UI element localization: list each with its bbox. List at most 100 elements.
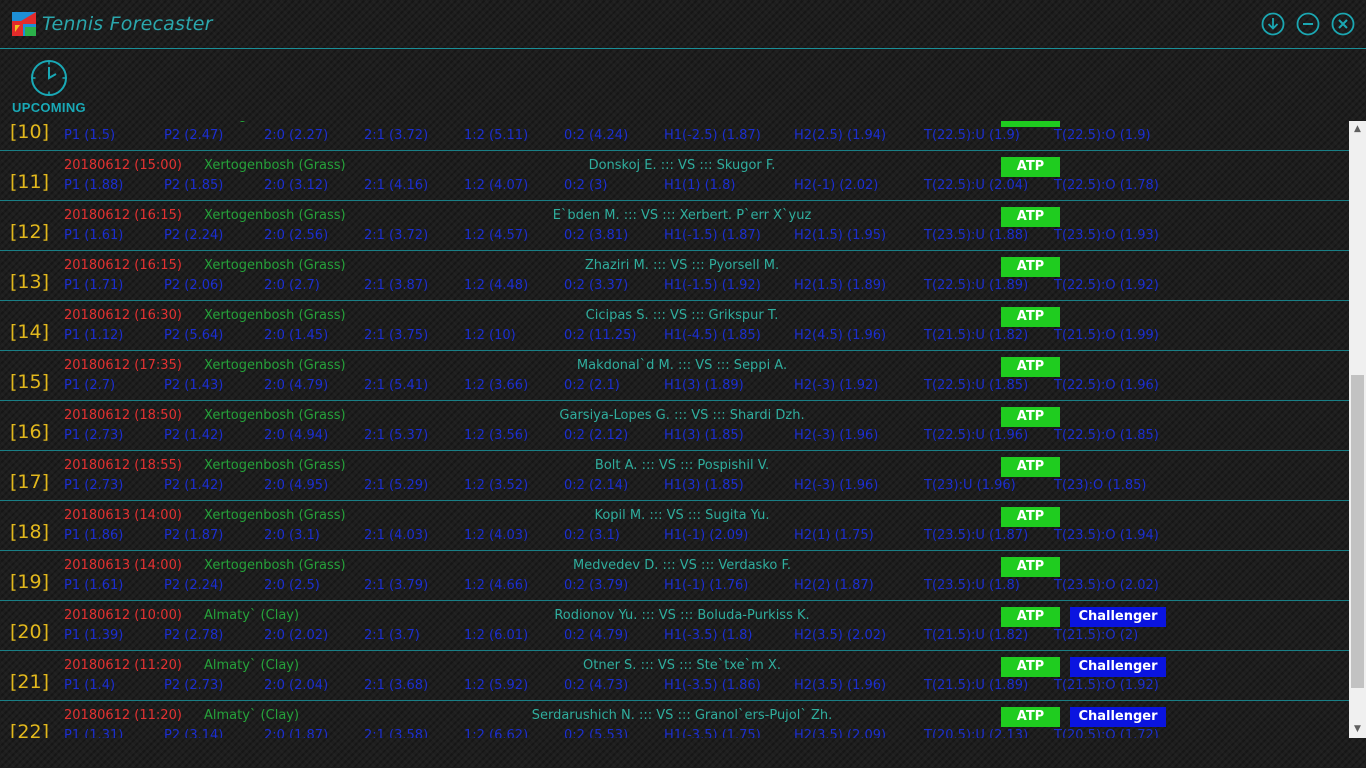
odds-value: H2(1.5) (1.89) <box>794 278 887 293</box>
odds-value: 2:0 (4.79) <box>264 378 329 393</box>
match-row[interactable]: [15] 20180612 (17:35) Xertogenbosh (Grass)… <box>0 351 1349 401</box>
atp-badge[interactable]: ATP <box>1001 157 1060 177</box>
atp-badge[interactable]: ATP <box>1001 507 1060 527</box>
odds-value: T(20.5):U (2.13) <box>924 728 1029 738</box>
odds-value: H2(-3) (1.96) <box>794 428 879 443</box>
odds-value: P1 (1.4) <box>64 678 116 693</box>
atp-badge[interactable]: ATP <box>1001 457 1060 477</box>
odds-value: H1(-1) (2.09) <box>664 528 749 543</box>
odds-value: H2(2.5) (1.94) <box>794 128 887 143</box>
odds-value: 0:2 (2.14) <box>564 478 629 493</box>
close-icon[interactable] <box>1331 12 1355 36</box>
odds-value: T(20.5):O (1.72) <box>1054 728 1159 738</box>
match-row[interactable]: [16] 20180612 (18:50) Xertogenbosh (Grass)… <box>0 401 1349 451</box>
challenger-badge[interactable]: Challenger <box>1070 657 1166 677</box>
odds-value: 0:2 (3.81) <box>564 228 629 243</box>
match-row[interactable]: [13] 20180612 (16:15) Xertogenbosh (Grass)… <box>0 251 1349 301</box>
odds-value: T(22.5):O (1.85) <box>1054 428 1159 443</box>
match-index: [12] <box>10 221 50 243</box>
match-row[interactable]: [18] 20180613 (14:00) Xertogenbosh (Grass)… <box>0 501 1349 551</box>
odds-value: P1 (1.5) <box>64 128 116 143</box>
odds-value: 0:2 (2.1) <box>564 378 620 393</box>
odds-value: P2 (1.42) <box>164 478 224 493</box>
odds-value: H2(1.5) (1.95) <box>794 228 887 243</box>
atp-badge[interactable]: ATP <box>1001 657 1060 677</box>
match-index: [11] <box>10 171 50 193</box>
atp-badge[interactable]: ATP <box>1001 607 1060 627</box>
odds-value: 1:2 (6.62) <box>464 728 529 738</box>
match-players: E`bden M. ::: VS ::: Xerbert. P`err X`yu… <box>552 208 812 223</box>
odds-value: P2 (1.42) <box>164 428 224 443</box>
match-date: 20180612 (18:55) <box>64 458 182 473</box>
atp-badge[interactable]: ATP <box>1001 557 1060 577</box>
match-row[interactable]: [14] 20180612 (16:30) Xertogenbosh (Grass)… <box>0 301 1349 351</box>
match-date: 20180612 (10:00) <box>64 608 182 623</box>
vertical-scrollbar[interactable]: ▲ ▼ <box>1349 121 1366 738</box>
match-venue: Almaty` (Clay) <box>204 658 300 673</box>
odds-value: H1(-1) (1.76) <box>664 578 749 593</box>
match-date: 20180612 (18:50) <box>64 408 182 423</box>
match-players: Makdonal`d M. ::: VS ::: Seppi A. <box>576 358 788 373</box>
odds-value: 2:1 (5.41) <box>364 378 429 393</box>
match-players: Serdarushich N. ::: VS ::: Granol`ers-Pu… <box>531 708 833 723</box>
match-index: [18] <box>10 521 50 543</box>
odds-value: T(23.5):U (1.87) <box>924 528 1029 543</box>
odds-value: 1:2 (6.01) <box>464 628 529 643</box>
match-row[interactable]: [19] 20180613 (14:00) Xertogenbosh (Grass)… <box>0 551 1349 601</box>
odds-value: P1 (2.73) <box>64 428 124 443</box>
match-index: [21] <box>10 671 50 693</box>
odds-value: 1:2 (3.66) <box>464 378 529 393</box>
odds-value: T(21.5):U (1.82) <box>924 328 1029 343</box>
scroll-thumb[interactable] <box>1351 375 1364 688</box>
download-icon[interactable] <box>1261 12 1285 36</box>
scroll-up-icon[interactable]: ▲ <box>1349 121 1366 138</box>
match-date: 20180612 (16:15) <box>64 258 182 273</box>
upcoming-nav-button[interactable]: UPCOMING <box>8 58 90 115</box>
match-venue: Xertogenbosh (Grass) <box>204 308 346 323</box>
match-venue: Xertogenbosh (Grass) <box>204 208 346 223</box>
atp-badge[interactable]: ATP <box>1001 357 1060 377</box>
match-row[interactable]: [12] 20180612 (16:15) Xertogenbosh (Grass)… <box>0 201 1349 251</box>
match-date: 20180612 (15:00) <box>64 158 182 173</box>
minimize-icon[interactable] <box>1296 12 1320 36</box>
odds-value: T(21.5):O (1.99) <box>1054 328 1159 343</box>
match-index: [17] <box>10 471 50 493</box>
match-players: Bolt A. ::: VS ::: Pospishil V. <box>594 458 770 473</box>
match-row[interactable]: [17] 20180612 (18:55) Xertogenbosh (Grass)… <box>0 451 1349 501</box>
odds-value: H2(-3) (1.92) <box>794 378 879 393</box>
challenger-badge[interactable]: Challenger <box>1070 707 1166 727</box>
match-row[interactable]: [22] 20180612 (11:20) Almaty` (Clay) Serdar… <box>0 701 1349 738</box>
match-venue: Xertogenbosh (Grass) <box>204 558 346 573</box>
match-index: [14] <box>10 321 50 343</box>
match-row[interactable]: [20] 20180612 (10:00) Almaty` (Clay) Rodion… <box>0 601 1349 651</box>
match-venue: Almaty` (Clay) <box>204 708 300 723</box>
odds-value: T(22.5):O (1.9) <box>1054 128 1151 143</box>
atp-badge[interactable]: ATP <box>1001 121 1060 127</box>
odds-value: 0:2 (11.25) <box>564 328 637 343</box>
match-row[interactable]: [21] 20180612 (11:20) Almaty` (Clay) Otner … <box>0 651 1349 701</box>
atp-badge[interactable]: ATP <box>1001 407 1060 427</box>
odds-value: 2:0 (2.5) <box>264 578 320 593</box>
match-row[interactable]: [11] 20180612 (15:00) Xertogenbosh (Grass)… <box>0 151 1349 201</box>
atp-badge[interactable]: ATP <box>1001 707 1060 727</box>
odds-value: 2:1 (3.68) <box>364 678 429 693</box>
odds-value: 2:1 (3.72) <box>364 228 429 243</box>
odds-value: P1 (1.39) <box>64 628 124 643</box>
scroll-down-icon[interactable]: ▼ <box>1349 721 1366 738</box>
atp-badge[interactable]: ATP <box>1001 207 1060 227</box>
odds-value: H2(3.5) (2.02) <box>794 628 887 643</box>
odds-value: T(23):O (1.85) <box>1054 478 1147 493</box>
match-index: [19] <box>10 571 50 593</box>
odds-value: T(22.5):O (1.96) <box>1054 378 1159 393</box>
odds-value: 1:2 (4.57) <box>464 228 529 243</box>
atp-badge[interactable]: ATP <box>1001 257 1060 277</box>
match-index: [22] <box>10 721 50 738</box>
odds-value: P2 (3.14) <box>164 728 224 738</box>
challenger-badge[interactable]: Challenger <box>1070 607 1166 627</box>
match-players: Kopil M. ::: VS ::: Sugita Yu. <box>594 508 770 523</box>
odds-value: H1(-1.5) (1.87) <box>664 228 761 243</box>
atp-badge[interactable]: ATP <box>1001 307 1060 327</box>
match-row[interactable]: [10] 20180612 (15:00) Xertogenbosh (Grass)… <box>0 121 1349 151</box>
odds-value: T(22.5):O (1.78) <box>1054 178 1159 193</box>
odds-value: H1(-2.5) (1.87) <box>664 128 761 143</box>
